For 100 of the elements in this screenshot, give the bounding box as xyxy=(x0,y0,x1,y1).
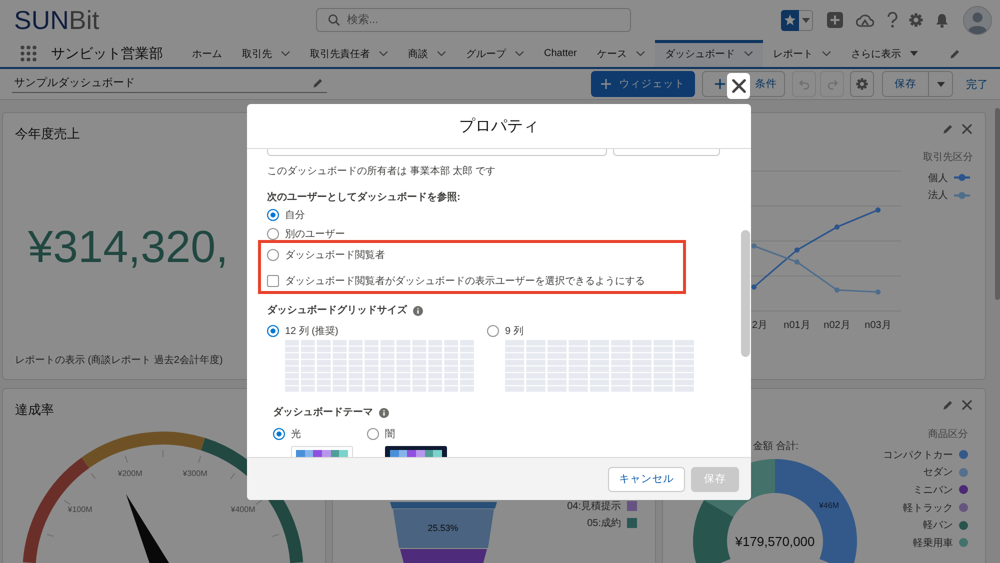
section-label: ダッシュボードグリッドサイズ xyxy=(267,304,407,318)
pencil-icon[interactable] xyxy=(950,48,960,58)
caret-down-icon[interactable] xyxy=(802,18,810,22)
settings-button[interactable] xyxy=(850,71,874,97)
radio-option[interactable]: 闇 xyxy=(367,424,461,443)
nav-tab[interactable]: ホーム xyxy=(182,40,232,67)
chevron-down-icon[interactable] xyxy=(379,51,388,56)
field-button[interactable] xyxy=(613,149,720,156)
pencil-icon[interactable] xyxy=(313,78,323,88)
nav-tab[interactable]: グループ xyxy=(456,40,534,67)
data-point xyxy=(875,289,881,295)
add-widget-button[interactable]: ウィジェット xyxy=(591,71,695,97)
chevron-down-icon[interactable] xyxy=(822,51,831,56)
undo-icon xyxy=(798,78,810,90)
radio-icon[interactable] xyxy=(267,228,279,240)
radio-icon[interactable] xyxy=(267,248,279,260)
legend-label: 個人 xyxy=(928,172,948,185)
section-label: 次のユーザーとしてダッシュボードを参照: xyxy=(267,191,460,205)
dots-grid-icon[interactable] xyxy=(20,45,37,62)
nav-tab[interactable]: ケース xyxy=(586,40,655,67)
pencil-icon[interactable] xyxy=(943,400,953,410)
report-link[interactable]: レポートの表示 (商談レポート 過去2会計年度) xyxy=(15,355,223,366)
chevron-down-icon[interactable] xyxy=(515,51,524,56)
settings-icon[interactable] xyxy=(909,13,923,27)
nav-tab[interactable]: Chatter xyxy=(534,40,587,67)
legend-label: 軽バン xyxy=(923,519,953,532)
tick-mark xyxy=(90,472,96,480)
save-menu-button[interactable] xyxy=(928,72,952,96)
chevron-down-icon[interactable] xyxy=(437,51,446,56)
more-tab[interactable]: さらに表示 xyxy=(840,40,928,67)
logo: SUNBit xyxy=(14,6,100,32)
plus-icon[interactable] xyxy=(827,12,843,28)
radio-icon[interactable] xyxy=(367,428,379,440)
plus-icon xyxy=(601,79,611,89)
avatar-icon[interactable] xyxy=(963,6,992,34)
data-point xyxy=(794,247,800,253)
tick-mark xyxy=(230,472,236,480)
axis-label: n02月 xyxy=(824,320,850,331)
theme-preview-drawing xyxy=(385,446,447,457)
cancel-button[interactable]: キャンセル xyxy=(608,466,685,492)
input-field[interactable] xyxy=(267,149,607,156)
info-icon[interactable] xyxy=(413,306,423,316)
bell-icon[interactable] xyxy=(935,12,949,28)
section-label: ダッシュボードテーマ xyxy=(273,406,373,420)
metric-value: ¥314,320, xyxy=(28,224,228,268)
radio-option[interactable]: 別のユーザー xyxy=(267,224,721,243)
cloud-icon[interactable] xyxy=(856,12,874,28)
legend-label: 軽トラック xyxy=(903,502,953,515)
radio-option[interactable]: 9 列 xyxy=(487,321,707,340)
chevron-down-icon[interactable] xyxy=(281,51,290,56)
info-icon[interactable] xyxy=(379,408,389,418)
legend-label: セダン xyxy=(923,466,953,480)
chevron-down-icon[interactable] xyxy=(636,51,645,56)
data-point xyxy=(794,259,800,265)
radio-option[interactable]: 光 xyxy=(273,424,367,443)
radio-icon[interactable] xyxy=(487,324,499,336)
done-button[interactable]: 完了 xyxy=(966,76,988,92)
axis-label: n01月 xyxy=(784,320,810,331)
gauge-needle xyxy=(126,494,172,563)
gauge-tick-label: ¥100M xyxy=(68,505,92,514)
data-point xyxy=(834,224,840,230)
legend-label: 04:見積提示 xyxy=(567,500,621,513)
legend-label: コンパクトカー xyxy=(883,448,953,462)
legend-label: 05:成約 xyxy=(587,516,621,530)
scrollbar[interactable] xyxy=(995,108,1000,300)
checkbox-option[interactable]: ダッシュボード閲覧者がダッシュボードの表示ユーザーを選択できるようにする xyxy=(267,271,683,290)
nav-tab[interactable]: レポート xyxy=(762,40,841,67)
chevron-down-icon[interactable] xyxy=(744,51,753,56)
favorites-button[interactable] xyxy=(781,10,799,30)
help-icon[interactable] xyxy=(887,12,898,28)
radio-icon[interactable] xyxy=(267,208,279,220)
checkbox-icon[interactable] xyxy=(267,274,279,286)
star-icon xyxy=(784,14,796,26)
nav-tab[interactable]: 取引先 xyxy=(232,40,300,67)
gauge-tick-label: ¥300M xyxy=(182,469,208,478)
caret-down-icon[interactable] xyxy=(910,51,918,56)
nav-tab[interactable]: 商談 xyxy=(398,40,456,67)
search-field[interactable]: 検索... xyxy=(316,8,631,32)
card-title: 達成率 xyxy=(15,402,54,418)
data-point xyxy=(875,207,881,213)
radio-icon[interactable] xyxy=(267,324,279,336)
legend-label: 軽乗用車 xyxy=(913,536,953,550)
radio-icon[interactable] xyxy=(273,428,285,440)
close-button[interactable] xyxy=(727,73,750,99)
radio-option[interactable]: 12 列 (推奨) xyxy=(267,321,487,340)
owner-text: このダッシュボードの所有者は 事業本部 太郎 です xyxy=(267,165,496,179)
redo-icon xyxy=(826,78,838,90)
nav-tab[interactable]: ダッシュボード xyxy=(654,40,763,67)
favorites-menu-button[interactable] xyxy=(799,10,813,30)
pencil-icon[interactable] xyxy=(943,124,953,134)
caret-down-icon[interactable] xyxy=(936,82,944,86)
nav-tab[interactable]: 取引先責任者 xyxy=(300,40,398,67)
radio-option[interactable]: 自分 xyxy=(267,205,721,224)
chart-heading: 金額 合計: xyxy=(753,441,799,452)
dashboard-title-field[interactable]: サンプルダッシュボード xyxy=(12,75,327,93)
axis-label: 2月 xyxy=(752,320,768,331)
radio-option[interactable]: ダッシュボード閲覧者 xyxy=(267,245,683,264)
close-icon[interactable] xyxy=(732,79,746,93)
legend-label: ミニバン xyxy=(913,484,953,497)
scrollbar[interactable] xyxy=(741,230,750,357)
